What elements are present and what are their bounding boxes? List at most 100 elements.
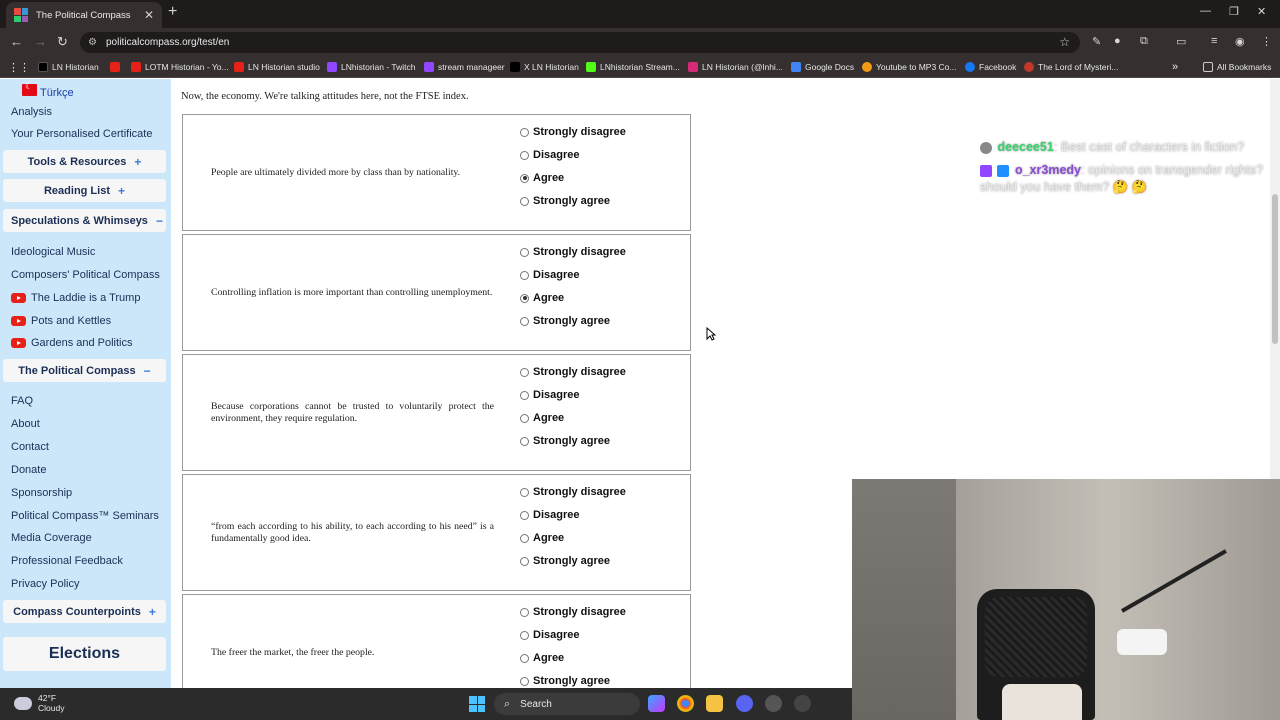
radio-button[interactable] <box>520 196 529 206</box>
sidebar-section-tools[interactable]: Tools & Resources + <box>3 150 166 173</box>
sidebar-item-privacy[interactable]: Privacy Policy <box>11 578 79 590</box>
answer-option[interactable]: Agree <box>520 292 564 304</box>
sidebar-item-faq[interactable]: FAQ <box>11 395 33 407</box>
file-explorer-icon[interactable] <box>706 695 723 712</box>
sidebar-section-reading[interactable]: Reading List + <box>3 179 166 202</box>
radio-button[interactable] <box>520 127 529 137</box>
answer-option[interactable]: Strongly agree <box>520 435 610 447</box>
sidebar-item-about[interactable]: About <box>11 418 40 430</box>
answer-option[interactable]: Agree <box>520 412 564 424</box>
discord-icon[interactable] <box>736 695 753 712</box>
radio-button[interactable] <box>520 413 529 423</box>
bookmark-star-icon[interactable]: ☆ <box>1059 35 1070 49</box>
sidebar-item-media[interactable]: Media Coverage <box>11 532 92 544</box>
answer-option[interactable]: Strongly disagree <box>520 366 626 378</box>
radio-button[interactable] <box>520 676 529 686</box>
taskbar-search[interactable]: ⌕ Search <box>494 693 640 715</box>
radio-button[interactable] <box>520 150 529 160</box>
forward-icon[interactable]: → <box>34 34 47 49</box>
cast-icon[interactable]: ▭ <box>1176 35 1186 48</box>
weather-widget[interactable]: 42°F Cloudy <box>14 693 64 713</box>
extensions-puzzle-icon[interactable]: ⧉ <box>1140 35 1148 48</box>
sidebar-item-seminars[interactable]: Political Compass™ Seminars <box>11 510 159 522</box>
copilot-icon[interactable] <box>648 695 665 712</box>
radio-button[interactable] <box>520 367 529 377</box>
extension-icon[interactable]: ● <box>1114 35 1121 47</box>
answer-option[interactable]: Agree <box>520 532 564 544</box>
bookmark-item[interactable]: LN Historian studio <box>234 60 320 74</box>
radio-button[interactable] <box>520 487 529 497</box>
site-info-icon[interactable]: ⚙ <box>88 37 97 48</box>
radio-button[interactable] <box>520 653 529 663</box>
bookmark-item[interactable] <box>110 60 124 74</box>
answer-option[interactable]: Agree <box>520 652 564 664</box>
radio-button[interactable] <box>520 556 529 566</box>
expand-icon[interactable]: + <box>134 155 141 169</box>
answer-option[interactable]: Disagree <box>520 509 579 521</box>
bookmark-item[interactable]: LNhistorian - Twitch <box>327 60 415 74</box>
sidebar-item-video[interactable]: The Laddie is a Trump <box>11 292 140 304</box>
app-icon[interactable] <box>794 695 811 712</box>
windows-start-icon[interactable] <box>469 696 485 712</box>
obs-icon[interactable] <box>765 695 782 712</box>
answer-option[interactable]: Strongly disagree <box>520 246 626 258</box>
tab-close-icon[interactable]: ✕ <box>144 8 154 22</box>
sidebar-item-ideological-music[interactable]: Ideological Music <box>11 246 95 258</box>
answer-option[interactable]: Disagree <box>520 389 579 401</box>
back-icon[interactable]: ← <box>10 34 23 49</box>
radio-button[interactable] <box>520 270 529 280</box>
sidebar-item-certificate[interactable]: Your Personalised Certificate <box>11 128 152 140</box>
bookmark-item[interactable]: stream manageer <box>424 60 505 74</box>
profile-avatar-icon[interactable]: ◉ <box>1235 35 1245 48</box>
radio-button[interactable] <box>520 247 529 257</box>
sidebar-item-composers[interactable]: Composers' Political Compass <box>11 269 160 281</box>
bookmark-item[interactable]: X LN Historian <box>510 60 579 74</box>
sidebar-section-counterpoints[interactable]: Compass Counterpoints + <box>3 600 166 623</box>
answer-option[interactable]: Strongly agree <box>520 195 610 207</box>
sidebar-item-video[interactable]: Gardens and Politics <box>11 337 133 349</box>
bookmark-item[interactable]: Facebook <box>965 60 1016 74</box>
collapse-icon[interactable]: − <box>144 364 151 378</box>
more-bookmarks-icon[interactable]: » <box>1172 60 1178 74</box>
reload-icon[interactable]: ↻ <box>57 34 68 50</box>
media-icon[interactable]: ≡ <box>1211 35 1217 47</box>
collapse-icon[interactable]: − <box>156 214 163 228</box>
language-link-turkish[interactable]: Türkçe <box>40 87 74 99</box>
radio-button[interactable] <box>520 630 529 640</box>
maximize-icon[interactable]: ❐ <box>1229 5 1239 18</box>
answer-option[interactable]: Disagree <box>520 629 579 641</box>
scrollbar-thumb[interactable] <box>1272 194 1278 344</box>
bookmark-item[interactable]: LN Historian <box>38 60 99 74</box>
close-window-icon[interactable]: ✕ <box>1257 5 1266 18</box>
bookmark-item[interactable]: LOTM Historian - Yo... <box>131 60 229 74</box>
radio-button[interactable] <box>520 533 529 543</box>
bookmark-item[interactable]: Google Docs <box>791 60 854 74</box>
address-bar[interactable]: ⚙ politicalcompass.org/test/en ☆ <box>80 32 1080 53</box>
radio-button[interactable] <box>520 607 529 617</box>
bookmark-item[interactable]: LNhistorian Stream... <box>586 60 680 74</box>
answer-option[interactable]: Strongly agree <box>520 315 610 327</box>
radio-button[interactable] <box>520 293 529 303</box>
all-bookmarks[interactable]: All Bookmarks <box>1203 60 1271 74</box>
menu-icon[interactable]: ⋮ <box>1261 35 1272 48</box>
new-tab-icon[interactable]: + <box>168 3 177 21</box>
sidebar-section-speculations[interactable]: Speculations & Whimseys − <box>3 209 166 232</box>
apps-grid-icon[interactable]: ⋮⋮ <box>8 60 30 74</box>
radio-button[interactable] <box>520 390 529 400</box>
sidebar-item-video[interactable]: Pots and Kettles <box>11 315 111 327</box>
answer-option[interactable]: Disagree <box>520 149 579 161</box>
answer-option[interactable]: Agree <box>520 172 564 184</box>
answer-option[interactable]: Strongly disagree <box>520 606 626 618</box>
answer-option[interactable]: Strongly agree <box>520 555 610 567</box>
answer-option[interactable]: Strongly disagree <box>520 486 626 498</box>
minimize-icon[interactable]: — <box>1200 5 1211 17</box>
radio-button[interactable] <box>520 510 529 520</box>
sidebar-section-elections[interactable]: Elections <box>3 637 166 671</box>
expand-icon[interactable]: + <box>118 184 125 198</box>
expand-icon[interactable]: + <box>149 605 156 619</box>
answer-option[interactable]: Strongly agree <box>520 675 610 687</box>
sidebar-item-donate[interactable]: Donate <box>11 464 46 476</box>
bookmark-item[interactable]: Youtube to MP3 Co... <box>862 60 957 74</box>
bookmark-item[interactable]: LN Historian (@lnhi... <box>688 60 783 74</box>
bookmark-item[interactable]: The Lord of Mysteri... <box>1024 60 1118 74</box>
